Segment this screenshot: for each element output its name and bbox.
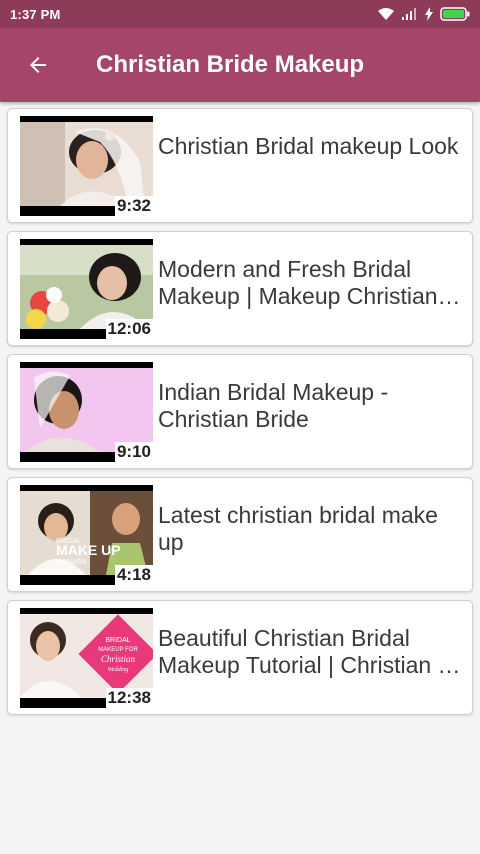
video-thumbnail: 12:06 — [20, 239, 153, 339]
bride-portrait-image — [20, 122, 153, 206]
thumb-text-line: BRIDAL — [105, 637, 130, 644]
video-thumbnail: BRIDAL MAKE UP AVINASH 4:18 — [20, 485, 153, 585]
video-thumbnail: 9:10 — [20, 362, 153, 462]
bride-portrait-image — [20, 245, 153, 329]
video-title: Modern and Fresh Bridal Makeup | Makeup … — [158, 256, 461, 309]
video-title: Beautiful Christian Bridal Makeup Tutori… — [158, 625, 461, 678]
thumb-text-line: MAKEUP FOR — [98, 647, 138, 653]
video-duration: 9:32 — [114, 196, 153, 216]
bride-portrait-image: BRIDAL MAKE UP AVINASH — [20, 491, 153, 575]
thumb-text-line: AVINASH — [56, 559, 86, 566]
status-time: 1:37 PM — [10, 6, 61, 22]
page-title: Christian Bride Makeup — [96, 51, 365, 78]
arrow-back-icon — [30, 57, 46, 73]
video-duration: 9:10 — [114, 442, 153, 462]
thumb-text-line: Wedding — [108, 667, 129, 673]
video-title: Christian Bridal makeup Look — [158, 133, 459, 159]
charging-icon — [425, 7, 433, 21]
video-title: Latest christian bridal make up — [158, 502, 438, 555]
status-bar: 1:37 PM — [0, 0, 480, 28]
video-thumbnail: 9:32 — [20, 116, 153, 216]
bride-portrait-image — [20, 368, 153, 452]
video-card[interactable]: 9:10 Indian Bridal Makeup - Christian Br… — [7, 354, 473, 469]
thumb-text-line: Christian — [101, 654, 136, 664]
signal-icon — [402, 8, 416, 20]
video-duration: 12:06 — [105, 319, 153, 339]
video-card[interactable]: BRIDAL MAKEUP FOR Christian Wedding 12:3… — [7, 600, 473, 715]
video-thumbnail: BRIDAL MAKEUP FOR Christian Wedding 12:3… — [20, 608, 153, 708]
thumb-text-line: MAKE UP — [56, 542, 121, 558]
video-list: 9:32 Christian Bridal makeup Look 12:06 … — [7, 108, 473, 723]
video-duration: 4:18 — [114, 565, 153, 585]
battery-icon — [440, 7, 470, 21]
video-duration: 12:38 — [105, 688, 153, 708]
video-card[interactable]: 12:06 Modern and Fresh Bridal Makeup | M… — [7, 231, 473, 346]
wifi-icon — [378, 8, 394, 20]
video-title: Indian Bridal Makeup - Christian Bride — [158, 379, 389, 432]
video-card[interactable]: 9:32 Christian Bridal makeup Look — [7, 108, 473, 223]
bride-portrait-image: BRIDAL MAKEUP FOR Christian Wedding — [20, 614, 153, 698]
video-card[interactable]: BRIDAL MAKE UP AVINASH 4:18 Latest chris… — [7, 477, 473, 592]
back-button[interactable] — [10, 37, 66, 93]
status-icons — [377, 7, 470, 21]
app-bar: Christian Bride Makeup — [0, 28, 480, 102]
